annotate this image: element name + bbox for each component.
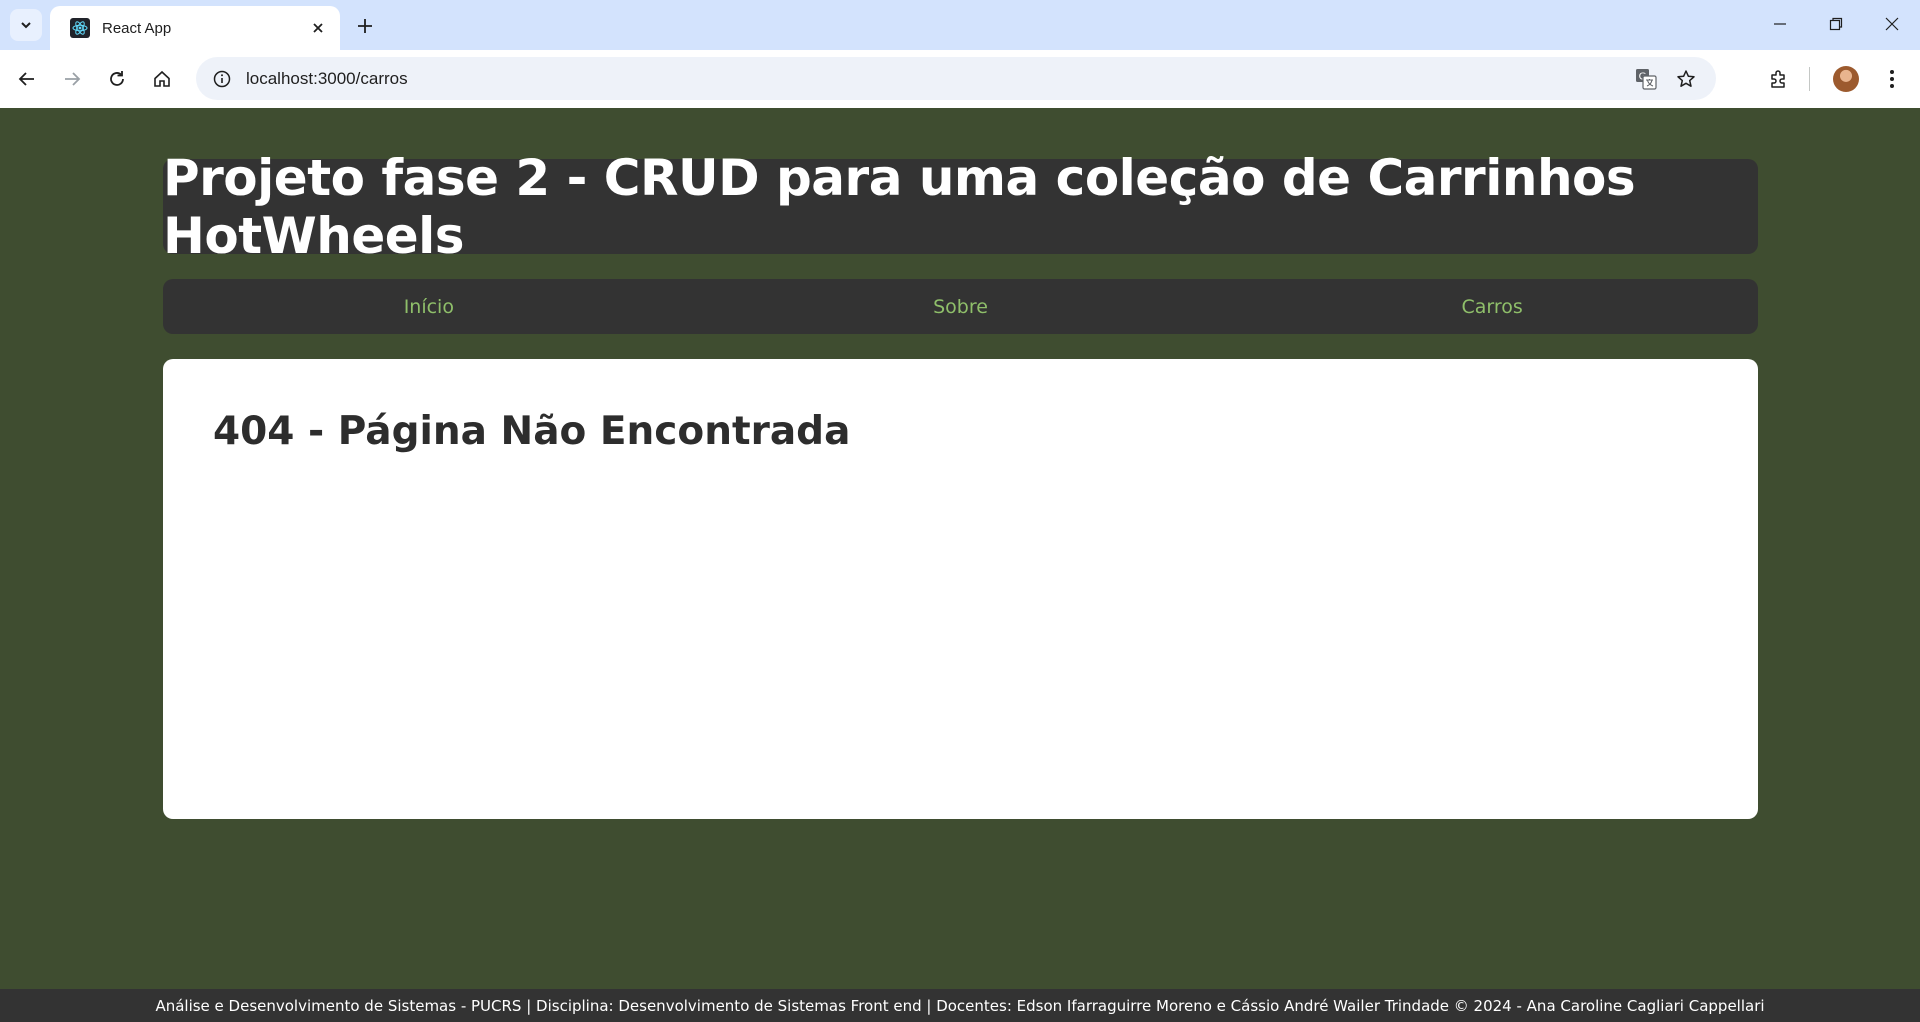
- tab-search-button[interactable]: [10, 9, 42, 41]
- toolbar-separator: [1809, 67, 1810, 91]
- not-found-heading: 404 - Página Não Encontrada: [213, 409, 851, 454]
- content-panel: 404 - Página Não Encontrada: [163, 359, 1758, 819]
- nav-link-sobre[interactable]: Sobre: [695, 296, 1227, 318]
- translate-icon[interactable]: G: [1626, 59, 1666, 99]
- puzzle-icon[interactable]: [1759, 59, 1799, 99]
- window-controls: [1752, 0, 1920, 50]
- page-body: Projeto fase 2 - CRUD para uma coleção d…: [0, 108, 1920, 1022]
- new-tab-button[interactable]: [352, 13, 378, 39]
- main-nav: Início Sobre Carros: [163, 279, 1758, 334]
- minimize-icon: [1774, 23, 1786, 25]
- url-text[interactable]: localhost:3000/carros: [246, 69, 1626, 89]
- profile-avatar-button[interactable]: [1826, 59, 1866, 99]
- forward-button[interactable]: [55, 62, 89, 96]
- avatar: [1833, 66, 1859, 92]
- back-button[interactable]: [10, 62, 44, 96]
- tab-strip: React App: [0, 0, 1920, 50]
- footer-text: Análise e Desenvolvimento de Sistemas - …: [155, 996, 1765, 1015]
- page-footer: Análise e Desenvolvimento de Sistemas - …: [0, 989, 1920, 1022]
- plus-icon: [358, 19, 372, 33]
- minimize-button[interactable]: [1752, 0, 1808, 48]
- browser-tab[interactable]: React App: [50, 6, 340, 50]
- star-icon[interactable]: [1666, 59, 1706, 99]
- info-icon[interactable]: [202, 59, 242, 99]
- reload-button[interactable]: [100, 62, 134, 96]
- browser-toolbar: localhost:3000/carros G: [0, 50, 1920, 108]
- home-icon: [154, 70, 170, 87]
- kebab-menu-icon[interactable]: [1872, 59, 1912, 99]
- close-icon: [1885, 17, 1899, 31]
- react-icon: [70, 18, 90, 38]
- arrow-right-icon: [65, 72, 81, 86]
- tab-title: React App: [102, 19, 172, 37]
- nav-link-inicio[interactable]: Início: [163, 296, 695, 318]
- chevron-down-icon: [21, 22, 31, 29]
- restore-button[interactable]: [1808, 0, 1864, 48]
- close-window-button[interactable]: [1864, 0, 1920, 48]
- reload-icon: [110, 71, 124, 86]
- restore-icon: [1829, 17, 1843, 31]
- address-bar[interactable]: localhost:3000/carros G: [196, 57, 1716, 100]
- arrow-left-icon: [18, 72, 34, 86]
- home-button[interactable]: [145, 62, 179, 96]
- nav-link-carros[interactable]: Carros: [1226, 296, 1758, 318]
- close-icon[interactable]: [308, 18, 328, 38]
- page-title: Projeto fase 2 - CRUD para uma coleção d…: [163, 148, 1636, 265]
- page-header: Projeto fase 2 - CRUD para uma coleção d…: [163, 149, 1758, 265]
